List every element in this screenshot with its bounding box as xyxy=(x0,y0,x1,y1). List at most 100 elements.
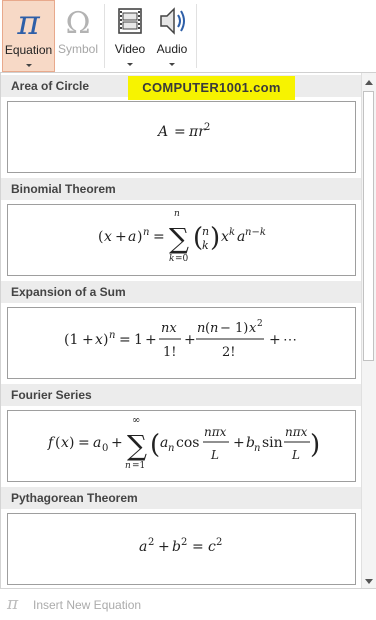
svg-text:2: 2 xyxy=(257,319,263,329)
svg-text:nx: nx xyxy=(161,321,177,336)
svg-text:x: x xyxy=(61,435,69,451)
svg-text:2: 2 xyxy=(216,537,222,548)
group-divider xyxy=(196,4,197,68)
section-header-expansion-of-a-sum: Expansion of a Sum xyxy=(1,281,361,303)
insert-new-equation-label: Insert New Equation xyxy=(33,598,142,612)
svg-text:∑: ∑ xyxy=(169,222,189,255)
pi-icon: π xyxy=(16,3,40,41)
video-button[interactable]: Video xyxy=(110,0,150,72)
svg-text:+: + xyxy=(269,332,281,348)
svg-text:∞: ∞ xyxy=(132,415,140,426)
svg-text:2!: 2! xyxy=(222,345,236,360)
group-divider xyxy=(104,4,105,68)
svg-text:n−k: n−k xyxy=(245,227,266,238)
svg-text:− 1): − 1) xyxy=(220,321,248,336)
svg-text:(: ( xyxy=(150,430,160,460)
svg-text:n: n xyxy=(202,225,209,238)
svg-text:): ) xyxy=(310,430,320,460)
svg-text:+: + xyxy=(115,229,127,245)
video-label: Video xyxy=(114,42,146,56)
svg-text:=: = xyxy=(153,229,165,245)
equation-pythagorean-theorem[interactable]: a 2 + b 2 = c 2 xyxy=(7,513,356,585)
svg-text:(: ( xyxy=(98,229,103,245)
svg-text:2: 2 xyxy=(148,537,154,548)
section-header-binomial-theorem: Binomial Theorem xyxy=(1,178,361,200)
svg-text:⋯: ⋯ xyxy=(283,332,297,348)
svg-text:=: = xyxy=(119,332,131,348)
scrollbar-thumb[interactable] xyxy=(363,91,374,361)
svg-text:nπx: nπx xyxy=(204,425,227,439)
equation-label: Equation xyxy=(4,43,53,57)
chevron-down-icon[interactable] xyxy=(169,63,175,66)
svg-text:x: x xyxy=(104,229,112,245)
equation-gallery: Area of Circle A = πr 2 Binomial Theorem… xyxy=(0,73,361,588)
svg-text:k: k xyxy=(229,227,235,238)
svg-text:=: = xyxy=(174,124,186,140)
section-header-fourier-series: Fourier Series xyxy=(1,384,361,406)
symbol-label: Symbol xyxy=(57,42,98,56)
svg-text:n: n xyxy=(109,330,115,341)
svg-text:): ) xyxy=(137,229,142,245)
equation-area-of-circle[interactable]: A = πr 2 xyxy=(7,101,356,173)
svg-text:π: π xyxy=(16,3,40,41)
equation-binomial-theorem[interactable]: ( x + a ) n = n ∑ k =0 ( n k ) x k a n−k xyxy=(7,204,356,276)
svg-text:a: a xyxy=(128,229,136,245)
audio-button[interactable]: Audio xyxy=(152,0,192,72)
svg-text:a: a xyxy=(93,435,101,451)
insert-new-equation-button[interactable]: π Insert New Equation xyxy=(0,588,376,620)
chevron-down-icon[interactable] xyxy=(127,63,133,66)
equation-expansion-of-a-sum[interactable]: (1 + x ) n = 1 + nx 1! + n ( n − 1) x 2 … xyxy=(7,307,356,379)
section-header-pythagorean-theorem: Pythagorean Theorem xyxy=(1,487,361,509)
svg-text:2: 2 xyxy=(181,537,187,548)
svg-text:+: + xyxy=(158,539,170,555)
equation-button[interactable]: π Equation xyxy=(2,0,55,72)
equation-formula: a 2 + b 2 = c 2 xyxy=(139,537,222,555)
speaker-icon xyxy=(160,7,185,35)
equation-fourier-series[interactable]: f ( x ) = a 0 + ∞ ∑ n =1 ( a n cos nπx L… xyxy=(7,410,356,482)
watermark-label: COMPUTER1001.com xyxy=(128,76,295,100)
svg-text:nπx: nπx xyxy=(285,425,308,439)
svg-text:∑: ∑ xyxy=(127,429,147,462)
svg-text:k: k xyxy=(202,239,209,252)
svg-text:): ) xyxy=(69,435,74,451)
svg-text:x: x xyxy=(95,332,103,348)
symbol-button[interactable]: Ω Symbol xyxy=(56,0,100,72)
svg-text:): ) xyxy=(210,223,220,253)
svg-text:=: = xyxy=(192,539,204,555)
svg-text:(: ( xyxy=(55,435,60,451)
svg-text:1!: 1! xyxy=(163,345,177,360)
svg-text:=1: =1 xyxy=(132,461,145,471)
svg-text:1: 1 xyxy=(134,332,143,348)
svg-text:n: n xyxy=(174,209,180,219)
equation-formula: f ( x ) = a 0 + ∞ ∑ n =1 ( a n cos nπx L… xyxy=(47,415,320,471)
svg-text:): ) xyxy=(103,332,108,348)
svg-text:cos: cos xyxy=(176,435,199,451)
svg-text:+: + xyxy=(145,332,157,348)
chevron-down-icon[interactable] xyxy=(25,64,32,67)
svg-text:+: + xyxy=(233,435,245,451)
svg-text:a: a xyxy=(139,539,147,555)
svg-text:n: n xyxy=(168,443,174,454)
film-icon xyxy=(118,8,142,34)
svg-text:n: n xyxy=(125,461,131,471)
svg-text:b: b xyxy=(172,539,181,555)
svg-text:+: + xyxy=(184,332,196,348)
svg-text:Ω: Ω xyxy=(66,6,91,40)
svg-text:n: n xyxy=(143,227,149,238)
scroll-down-arrow-icon[interactable] xyxy=(365,579,373,584)
equation-formula: (1 + x ) n = 1 + nx 1! + n ( n − 1) x 2 … xyxy=(64,319,297,360)
svg-text:0: 0 xyxy=(102,443,108,454)
svg-text:L: L xyxy=(210,448,219,462)
ribbon: π Equation Ω Symbol Video Audio xyxy=(0,0,376,73)
svg-text:n: n xyxy=(210,321,218,336)
svg-text:+: + xyxy=(111,435,123,451)
svg-text:L: L xyxy=(291,448,300,462)
scroll-up-arrow-icon[interactable] xyxy=(365,80,373,85)
equation-formula: A = πr 2 xyxy=(156,122,210,140)
vertical-scrollbar[interactable] xyxy=(361,73,376,588)
svg-text:(1: (1 xyxy=(64,332,78,348)
audio-label: Audio xyxy=(156,42,188,56)
svg-text:k: k xyxy=(169,254,174,264)
pi-icon: π xyxy=(7,594,19,614)
omega-icon: Ω xyxy=(66,6,91,40)
